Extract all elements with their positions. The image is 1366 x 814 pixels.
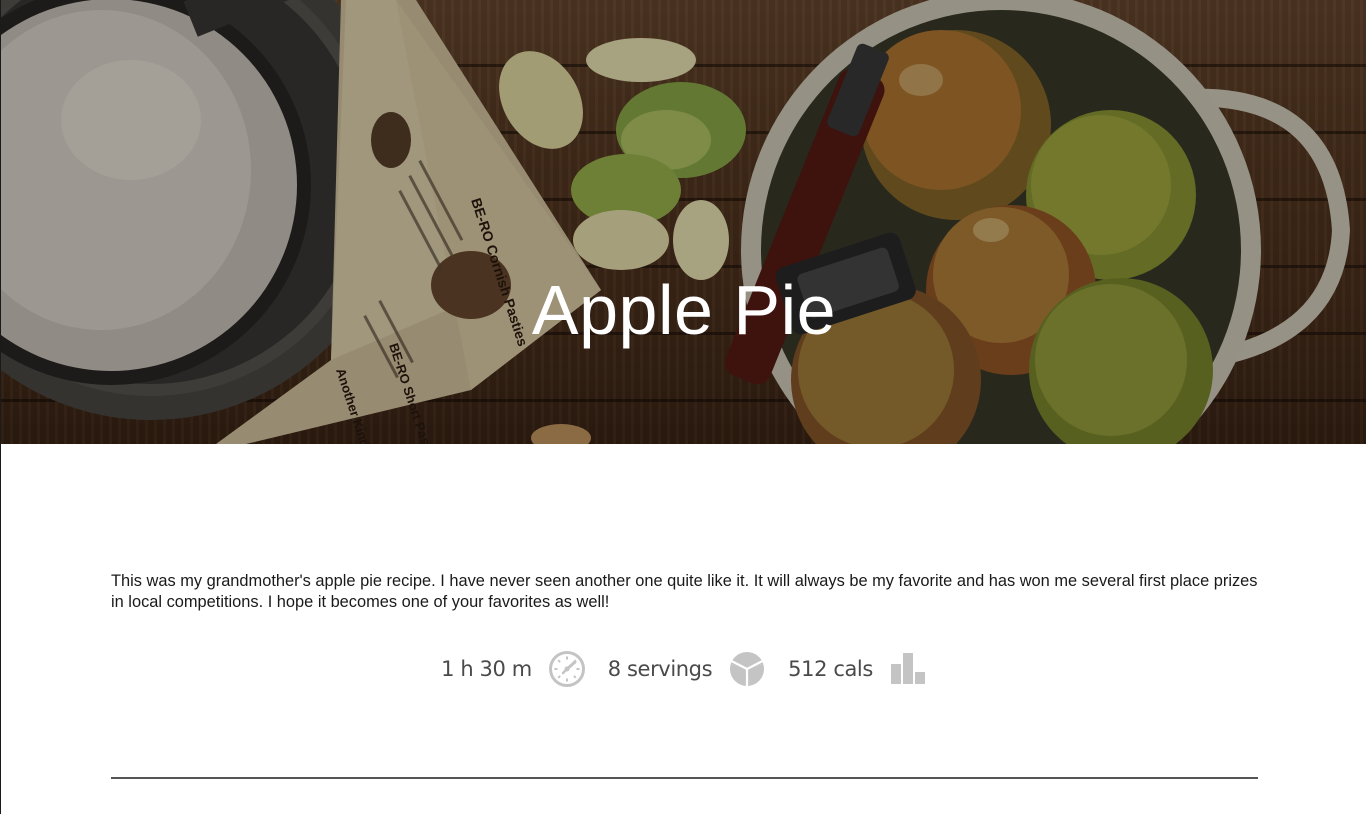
hero-banner: BE-RO Cornish Pasties BE-RO Short Pastry… [1, 0, 1366, 444]
bar-chart-icon [889, 650, 927, 688]
recipe-description: This was my grandmother's apple pie reci… [111, 572, 1258, 611]
stat-time: 1 h 30 m [441, 650, 586, 688]
stat-calories-label: 512 cals [788, 657, 873, 681]
hero-overlay [1, 0, 1366, 444]
stat-servings: 8 servings [608, 650, 766, 688]
section-divider [111, 777, 1258, 779]
recipe-page: BE-RO Cornish Pasties BE-RO Short Pastry… [0, 0, 1366, 814]
pie-icon [728, 650, 766, 688]
stat-servings-label: 8 servings [607, 657, 713, 681]
clock-icon [548, 650, 586, 688]
stat-time-label: 1 h 30 m [441, 657, 532, 681]
recipe-stats: 1 h 30 m 8 servings 512 cals [1, 647, 1366, 691]
recipe-title: Apple Pie [531, 271, 837, 349]
stat-calories: 512 cals [788, 650, 927, 688]
